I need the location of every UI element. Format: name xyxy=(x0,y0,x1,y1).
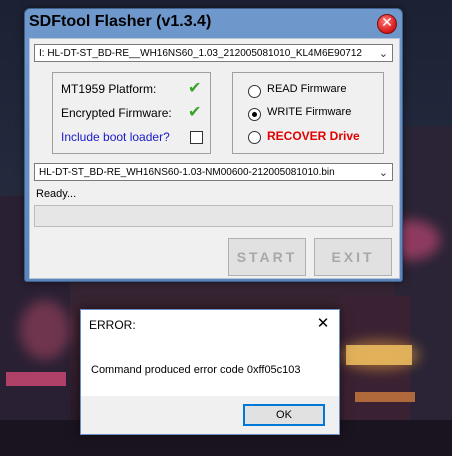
bootloader-checkbox[interactable] xyxy=(190,131,203,144)
neon-glow xyxy=(20,300,70,360)
write-firmware-label[interactable]: WRITE Firmware xyxy=(267,106,351,118)
encrypted-label: Encrypted Firmware: xyxy=(61,106,172,120)
platform-label: MT1959 Platform: xyxy=(61,82,157,96)
recover-drive-label[interactable]: RECOVER Drive xyxy=(267,129,360,143)
drive-select-value: I: HL-DT-ST_BD-RE__WH16NS60_1.03_2120050… xyxy=(39,48,362,59)
drive-select[interactable]: I: HL-DT-ST_BD-RE__WH16NS60_1.03_2120050… xyxy=(34,44,393,62)
exit-button[interactable]: EXIT xyxy=(314,238,392,276)
read-firmware-label[interactable]: READ Firmware xyxy=(267,83,346,95)
firmware-file-select[interactable]: HL-DT-ST_BD-RE_WH16NS60-1.03-NM00600-212… xyxy=(34,163,393,181)
sdftool-window: SDFtool Flasher (v1.3.4) ✕ I: HL-DT-ST_B… xyxy=(24,8,403,282)
read-firmware-radio[interactable] xyxy=(248,85,261,98)
chevron-down-icon: ⌄ xyxy=(378,166,388,179)
close-icon[interactable]: ✕ xyxy=(313,314,333,332)
start-button[interactable]: START xyxy=(228,238,306,276)
firmware-info-group: MT1959 Platform: ✔ Encrypted Firmware: ✔… xyxy=(52,72,211,154)
dialog-footer: OK xyxy=(81,396,339,434)
window-client-area: I: HL-DT-ST_BD-RE__WH16NS60_1.03_2120050… xyxy=(29,38,400,279)
bootloader-label[interactable]: Include boot loader? xyxy=(61,130,170,144)
checkmark-icon: ✔ xyxy=(188,102,202,121)
error-message: Command produced error code 0xff05c103 xyxy=(91,364,301,376)
window-title: SDFtool Flasher (v1.3.4) xyxy=(29,13,212,30)
close-circle-icon[interactable]: ✕ xyxy=(377,14,397,34)
write-firmware-radio[interactable] xyxy=(248,108,261,121)
chevron-down-icon: ⌄ xyxy=(378,47,388,60)
checkmark-icon: ✔ xyxy=(188,78,202,97)
dialog-title: ERROR: xyxy=(89,318,136,332)
shop-sign xyxy=(355,392,415,402)
recover-drive-radio[interactable] xyxy=(248,131,261,144)
shop-sign xyxy=(6,372,66,386)
action-group: READ Firmware WRITE Firmware RECOVER Dri… xyxy=(232,72,384,154)
shop-sign xyxy=(346,345,412,365)
ok-button[interactable]: OK xyxy=(243,404,325,426)
firmware-file-value: HL-DT-ST_BD-RE_WH16NS60-1.03-NM00600-212… xyxy=(39,167,335,178)
progress-bar xyxy=(34,205,393,227)
error-dialog: ERROR: ✕ Command produced error code 0xf… xyxy=(80,309,340,435)
status-text: Ready... xyxy=(36,188,77,200)
